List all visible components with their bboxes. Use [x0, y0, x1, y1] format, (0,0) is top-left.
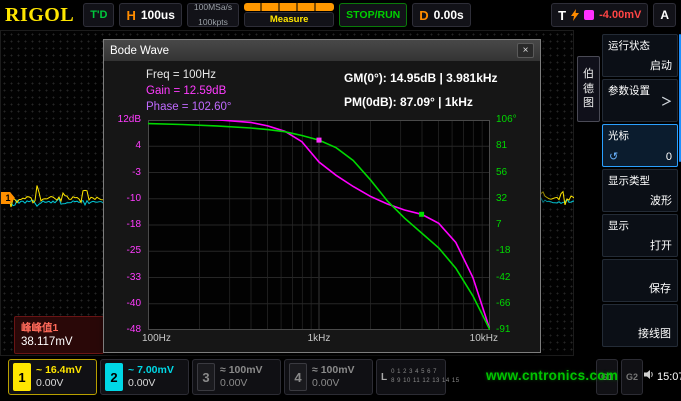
channel-2-number: 2 [105, 363, 123, 391]
memory-position-slider[interactable] [244, 3, 334, 11]
channel-4-offset: 0.00V [312, 377, 355, 390]
channel-4-scale: ≈ 100mV [312, 364, 355, 377]
trigger-status-badge: T'D [83, 3, 114, 27]
dialog-titlebar[interactable]: Bode Wave × [104, 40, 540, 61]
measurement-label: 峰峰值1 [21, 320, 97, 335]
trigger-box[interactable]: T -4.00mV [551, 3, 648, 27]
readout-phase: Phase = 102.60° [146, 101, 232, 113]
channel-3-offset: 0.00V [220, 377, 263, 390]
readout-gain: Gain = 12.59dB [146, 85, 226, 97]
memory-depth: 100kpts [198, 18, 228, 28]
delay-box[interactable]: D 0.00s [412, 3, 470, 27]
trigger-source-icon [584, 10, 594, 20]
dialog-close-button[interactable]: × [517, 43, 534, 58]
logic-channels-box[interactable]: L 0 1 2 3 4 5 6 7 8 9 10 11 12 13 14 15 [376, 359, 446, 395]
readout-phase-margin: PM(0dB): 87.09° | 1kHz [344, 95, 473, 109]
bode-menu-tab[interactable]: 伯 德 图 [577, 56, 600, 122]
readout-freq: Freq = 100Hz [146, 69, 216, 81]
measure-button[interactable]: Measure [244, 12, 334, 27]
menu-item-display-type[interactable]: 显示类型 波形 [602, 169, 678, 212]
logic-row-2: 8 9 10 11 12 13 14 15 [391, 377, 459, 386]
gen2-box[interactable]: G2 [621, 359, 643, 395]
channel-3-scale: ≈ 100mV [220, 364, 263, 377]
measurement-result-box[interactable]: 峰峰值1 38.117mV [14, 316, 104, 354]
top-status-bar: RIGOL T'D H 100us 100MSa/s 100kpts Measu… [0, 0, 681, 30]
trigger-slope-icon [571, 9, 579, 21]
phase-axis-ticks: 106°8156327-18-42-66-91 [494, 120, 536, 330]
channel-3-number: 3 [197, 363, 215, 391]
channel-1-box[interactable]: 1 ~ 16.4mV 0.00V [8, 359, 97, 395]
logic-label: L [381, 372, 387, 383]
menu-item-save[interactable]: 保存 [602, 259, 678, 302]
menu-item-cursor[interactable]: 光标 ↺ 0 [602, 124, 678, 167]
speaker-icon [644, 369, 655, 380]
frequency-axis-ticks: 100Hz 1kHz 10kHz [148, 333, 490, 347]
channel-2-scale: ~ 7.00mV [128, 364, 174, 377]
rigol-logo: RIGOL [5, 4, 78, 27]
clock: 15:07 [657, 371, 681, 383]
menu-sidebar: 伯 德 图 运行状态 启动 参数设置 ＞ 光标 ↺ 0 显示类型 波形 显示 打… [574, 30, 681, 356]
timebase-value: 100us [141, 8, 175, 22]
watermark-text: www.cntronics.com [486, 368, 618, 383]
bode-wave-dialog: Bode Wave × Freq = 100Hz Gain = 12.59dB … [104, 40, 540, 352]
trigger-t-label: T [558, 8, 566, 23]
channel-1-number: 1 [13, 363, 31, 391]
measurement-value: 38.117mV [21, 336, 97, 348]
gain-axis-ticks: 12dB4-3-10-18-25-33-40-48 [104, 120, 145, 330]
channel-1-scale: ~ 16.4mV [36, 364, 82, 377]
channel-2-offset: 0.00V [128, 377, 174, 390]
channel-3-box[interactable]: 3 ≈ 100mV 0.00V [192, 359, 281, 395]
horizontal-h-label: H [126, 8, 135, 23]
oscilloscope-screen: RIGOL T'D H 100us 100MSa/s 100kpts Measu… [0, 0, 681, 401]
delay-d-label: D [419, 8, 428, 23]
waveform-position-group: Measure [244, 3, 334, 27]
logic-row-1: 0 1 2 3 4 5 6 7 [391, 368, 459, 377]
dialog-title: Bode Wave [110, 45, 169, 57]
bode-plot-canvas [148, 120, 490, 330]
submenu-arrow-icon: ＞ [661, 93, 672, 109]
sample-rate: 100MSa/s [194, 3, 232, 13]
run-stop-button[interactable]: STOP/RUN [339, 3, 407, 27]
channel-2-box[interactable]: 2 ~ 7.00mV 0.00V [100, 359, 189, 395]
menu-item-run-state[interactable]: 运行状态 启动 [602, 34, 678, 77]
acquisition-info-box: 100MSa/s 100kpts [187, 3, 239, 27]
channel-4-number: 4 [289, 363, 307, 391]
menu-item-parameter-setup[interactable]: 参数设置 ＞ [602, 79, 678, 122]
readout-gain-margin: GM(0°): 14.95dB | 3.981kHz [344, 71, 498, 85]
menu-item-display[interactable]: 显示 打开 [602, 214, 678, 257]
bode-plot [148, 120, 490, 330]
rotate-knob-icon: ↺ [609, 150, 618, 163]
channel-1-offset: 0.00V [36, 377, 82, 390]
trigger-sweep-mode: A [653, 3, 676, 27]
horizontal-timebase-box[interactable]: H 100us [119, 3, 181, 27]
channel-4-box[interactable]: 4 ≈ 100mV 0.00V [284, 359, 373, 395]
trigger-level-value: -4.00mV [599, 9, 641, 21]
delay-value: 0.00s [434, 8, 464, 22]
menu-item-wiring-diagram[interactable]: 接线图 [602, 304, 678, 347]
